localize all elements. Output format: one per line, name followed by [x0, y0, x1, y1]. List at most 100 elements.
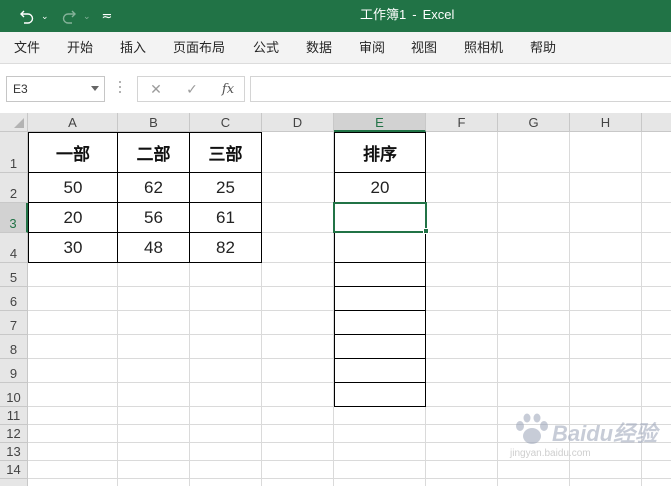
cell-d11[interactable] [262, 407, 334, 425]
row-header-10[interactable]: 10 [0, 383, 28, 407]
column-header-f[interactable]: F [426, 113, 498, 132]
cell-h15[interactable] [570, 479, 642, 486]
row-header-4[interactable]: 4 [0, 233, 28, 263]
cell-d8[interactable] [262, 335, 334, 359]
cell-f5[interactable] [426, 263, 498, 287]
cell-h6[interactable] [570, 287, 642, 311]
fill-handle[interactable] [423, 228, 429, 234]
cell-g15[interactable] [498, 479, 570, 486]
cell-h7[interactable] [570, 311, 642, 335]
cell-f7[interactable] [426, 311, 498, 335]
cell-e7[interactable] [334, 311, 426, 335]
formula-input[interactable] [250, 76, 671, 102]
cell-i3[interactable] [642, 203, 671, 233]
cell-c2[interactable]: 25 [190, 173, 262, 203]
cell-h8[interactable] [570, 335, 642, 359]
cell-g8[interactable] [498, 335, 570, 359]
redo-button[interactable] [56, 0, 82, 32]
cell-i15[interactable] [642, 479, 671, 486]
column-header-b[interactable]: B [118, 113, 190, 132]
cell-f4[interactable] [426, 233, 498, 263]
cell-f10[interactable] [426, 383, 498, 407]
column-header-c[interactable]: C [190, 113, 262, 132]
cell-b1[interactable]: 二部 [118, 132, 190, 173]
cell-f1[interactable] [426, 132, 498, 173]
undo-button[interactable] [14, 0, 40, 32]
cell-a7[interactable] [28, 311, 118, 335]
cell-e14[interactable] [334, 461, 426, 479]
cell-e1[interactable]: 排序 [334, 132, 426, 173]
name-box[interactable]: E3 [6, 76, 105, 102]
cell-d14[interactable] [262, 461, 334, 479]
cancel-icon[interactable]: ✕ [141, 77, 171, 101]
row-header-12[interactable]: 12 [0, 425, 28, 443]
cell-g10[interactable] [498, 383, 570, 407]
tab-formulas[interactable]: 公式 [253, 32, 279, 64]
cell-e10[interactable] [334, 383, 426, 407]
name-box-dropdown-icon[interactable] [91, 86, 99, 91]
tab-insert[interactable]: 插入 [120, 32, 146, 64]
tab-data[interactable]: 数据 [306, 32, 332, 64]
row-header-1[interactable]: 1 [0, 132, 28, 173]
cell-a5[interactable] [28, 263, 118, 287]
column-header-d[interactable]: D [262, 113, 334, 132]
cell-c6[interactable] [190, 287, 262, 311]
tab-review[interactable]: 审阅 [359, 32, 385, 64]
cell-a9[interactable] [28, 359, 118, 383]
cell-i9[interactable] [642, 359, 671, 383]
cell-i4[interactable] [642, 233, 671, 263]
cell-d3[interactable] [262, 203, 334, 233]
cell-c8[interactable] [190, 335, 262, 359]
cell-b8[interactable] [118, 335, 190, 359]
cell-c13[interactable] [190, 443, 262, 461]
cell-c15[interactable] [190, 479, 262, 486]
cell-c7[interactable] [190, 311, 262, 335]
cell-g6[interactable] [498, 287, 570, 311]
cell-h1[interactable] [570, 132, 642, 173]
tab-view[interactable]: 视图 [411, 32, 437, 64]
cell-d4[interactable] [262, 233, 334, 263]
cell-h9[interactable] [570, 359, 642, 383]
cell-i7[interactable] [642, 311, 671, 335]
cell-b5[interactable] [118, 263, 190, 287]
cell-a6[interactable] [28, 287, 118, 311]
cell-b9[interactable] [118, 359, 190, 383]
cell-f2[interactable] [426, 173, 498, 203]
row-header-6[interactable]: 6 [0, 287, 28, 311]
row-header-9[interactable]: 9 [0, 359, 28, 383]
cell-g5[interactable] [498, 263, 570, 287]
cell-i5[interactable] [642, 263, 671, 287]
cell-g2[interactable] [498, 173, 570, 203]
cell-c3[interactable]: 61 [190, 203, 262, 233]
cell-g9[interactable] [498, 359, 570, 383]
row-header-2[interactable]: 2 [0, 173, 28, 203]
cell-c1[interactable]: 三部 [190, 132, 262, 173]
row-header-8[interactable]: 8 [0, 335, 28, 359]
cell-i8[interactable] [642, 335, 671, 359]
cell-b15[interactable] [118, 479, 190, 486]
cell-f15[interactable] [426, 479, 498, 486]
column-header-a[interactable]: A [28, 113, 118, 132]
cell-f9[interactable] [426, 359, 498, 383]
customize-qat-icon[interactable]: ≂ [98, 0, 116, 32]
cell-d9[interactable] [262, 359, 334, 383]
tab-home[interactable]: 开始 [67, 32, 93, 64]
cell-c12[interactable] [190, 425, 262, 443]
cell-f6[interactable] [426, 287, 498, 311]
cell-e6[interactable] [334, 287, 426, 311]
cell-a8[interactable] [28, 335, 118, 359]
cell-g4[interactable] [498, 233, 570, 263]
cell-h5[interactable] [570, 263, 642, 287]
cell-c14[interactable] [190, 461, 262, 479]
cell-a15[interactable] [28, 479, 118, 486]
cell-d13[interactable] [262, 443, 334, 461]
formula-bar-splitter[interactable] [119, 81, 122, 95]
row-header-3[interactable]: 3 [0, 203, 28, 233]
cell-a12[interactable] [28, 425, 118, 443]
cell-a3[interactable]: 20 [28, 203, 118, 233]
cell-a2[interactable]: 50 [28, 173, 118, 203]
cell-a11[interactable] [28, 407, 118, 425]
cell-g3[interactable] [498, 203, 570, 233]
cell-f12[interactable] [426, 425, 498, 443]
cell-g7[interactable] [498, 311, 570, 335]
